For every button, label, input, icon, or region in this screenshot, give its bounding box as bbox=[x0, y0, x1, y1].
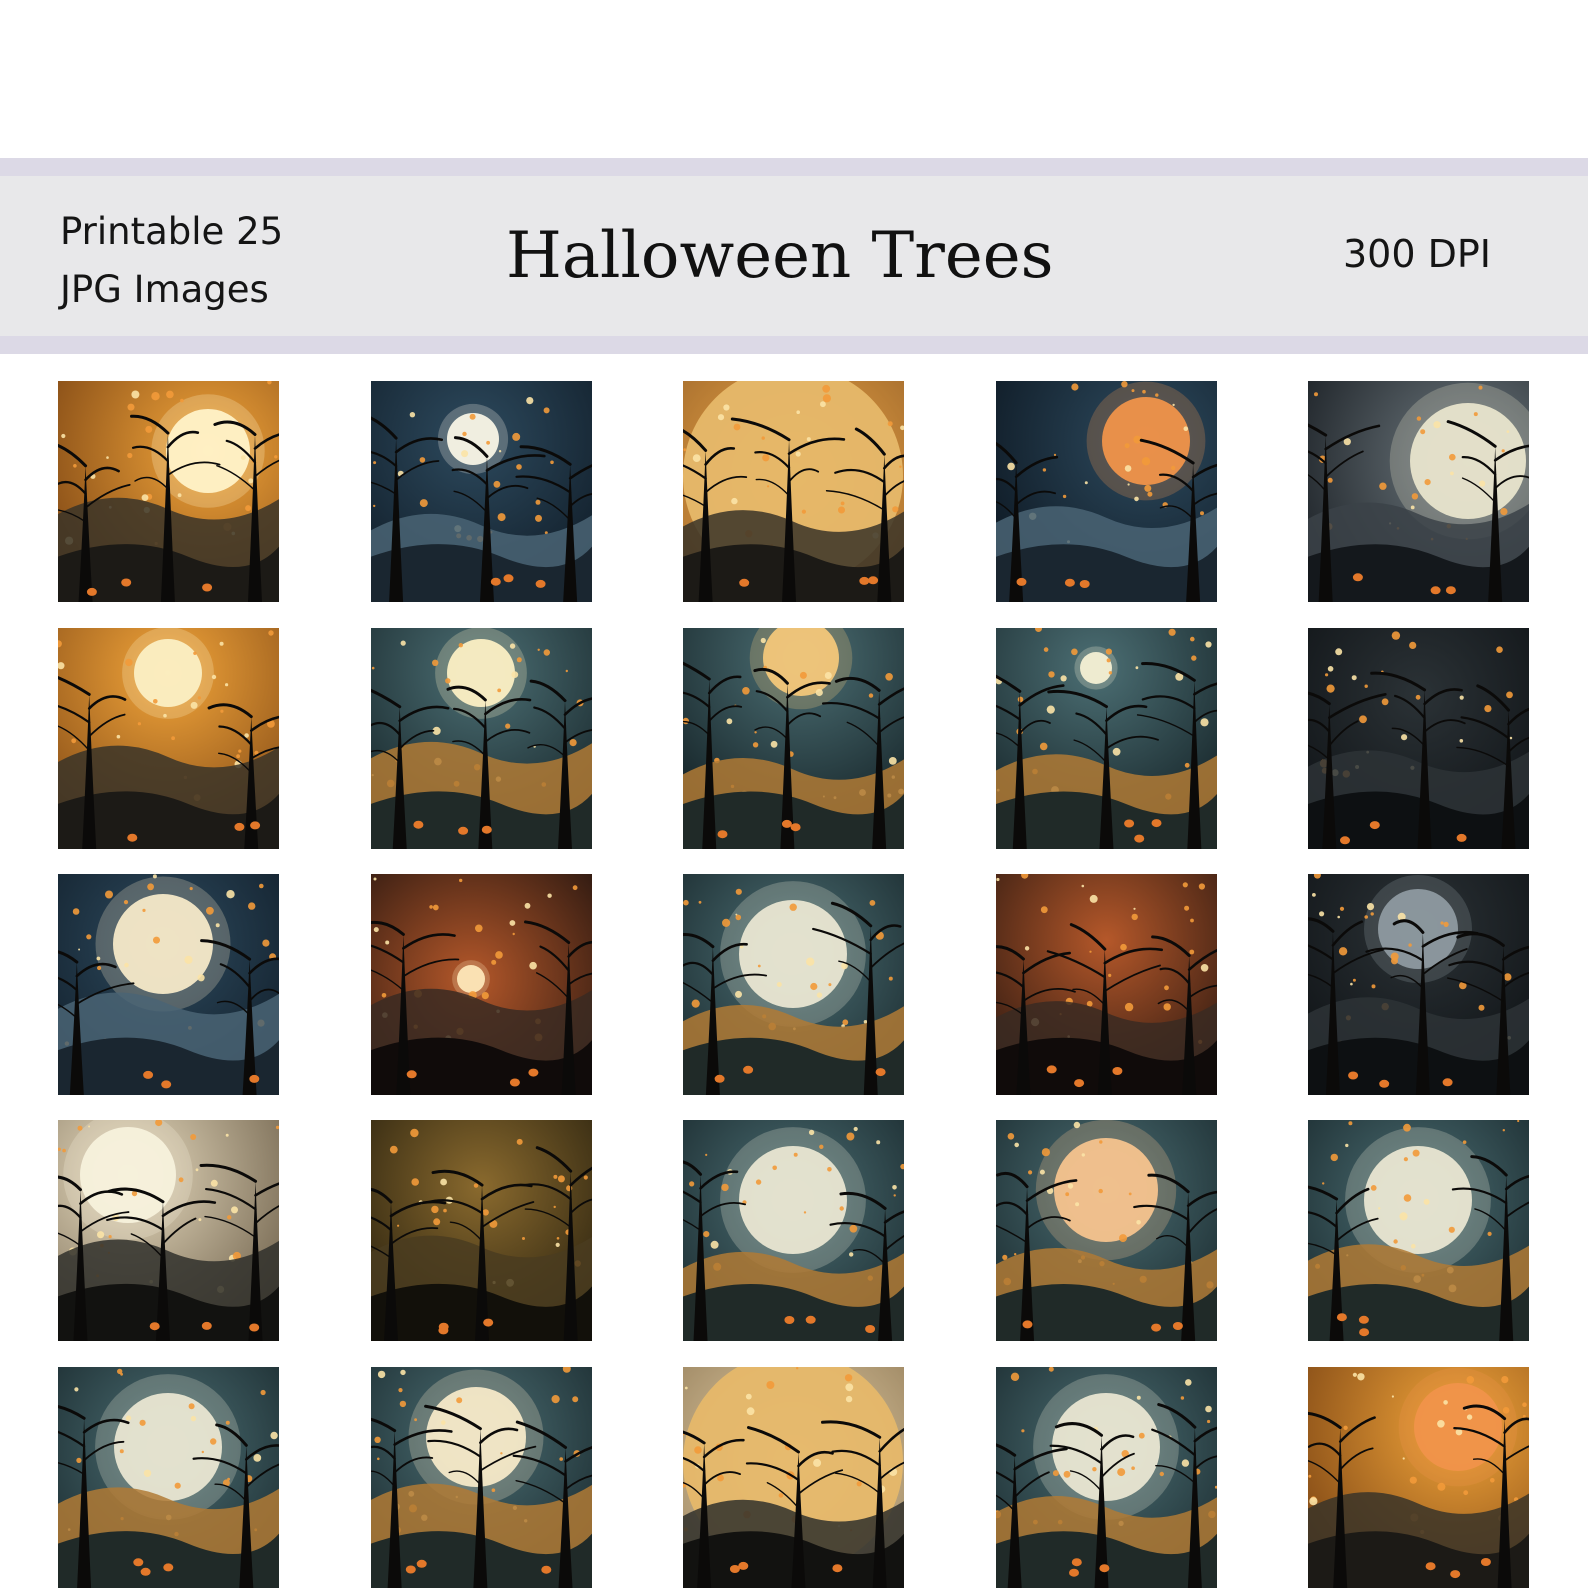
halloween-tree-image-13 bbox=[683, 874, 904, 1095]
halloween-tree-image-1 bbox=[58, 381, 279, 602]
halloween-tree-image-18 bbox=[683, 1120, 904, 1341]
halloween-tree-image-25 bbox=[1308, 1367, 1529, 1588]
halloween-tree-image-2 bbox=[371, 381, 592, 602]
file-format-text: JPG Images bbox=[60, 268, 269, 311]
product-preview-page: Printable 25 JPG Images Halloween Trees … bbox=[0, 0, 1588, 1588]
halloween-tree-image-9 bbox=[996, 628, 1217, 849]
halloween-tree-image-20 bbox=[1308, 1120, 1529, 1341]
resolution-text: 300 DPI bbox=[1343, 232, 1491, 276]
halloween-tree-image-3 bbox=[683, 381, 904, 602]
halloween-tree-image-23 bbox=[683, 1367, 904, 1588]
halloween-tree-image-22 bbox=[371, 1367, 592, 1588]
halloween-tree-image-14 bbox=[996, 874, 1217, 1095]
halloween-tree-image-21 bbox=[58, 1367, 279, 1588]
image-count-text: Printable 25 bbox=[60, 210, 284, 253]
halloween-tree-image-19 bbox=[996, 1120, 1217, 1341]
halloween-tree-image-10 bbox=[1308, 628, 1529, 849]
product-title: Halloween Trees bbox=[506, 219, 1054, 293]
halloween-tree-image-11 bbox=[58, 874, 279, 1095]
halloween-tree-image-15 bbox=[1308, 874, 1529, 1095]
halloween-tree-image-16 bbox=[58, 1120, 279, 1341]
halloween-tree-image-7 bbox=[371, 628, 592, 849]
halloween-tree-image-4 bbox=[996, 381, 1217, 602]
halloween-tree-image-24 bbox=[996, 1367, 1217, 1588]
halloween-tree-image-12 bbox=[371, 874, 592, 1095]
banner-top-border bbox=[0, 158, 1588, 176]
halloween-tree-image-17 bbox=[371, 1120, 592, 1341]
banner-bottom-border bbox=[0, 336, 1588, 354]
header-banner: Printable 25 JPG Images Halloween Trees … bbox=[0, 176, 1588, 336]
halloween-tree-image-5 bbox=[1308, 381, 1529, 602]
product-info: Printable 25 JPG Images bbox=[60, 203, 283, 319]
halloween-tree-image-6 bbox=[58, 628, 279, 849]
halloween-tree-image-8 bbox=[683, 628, 904, 849]
